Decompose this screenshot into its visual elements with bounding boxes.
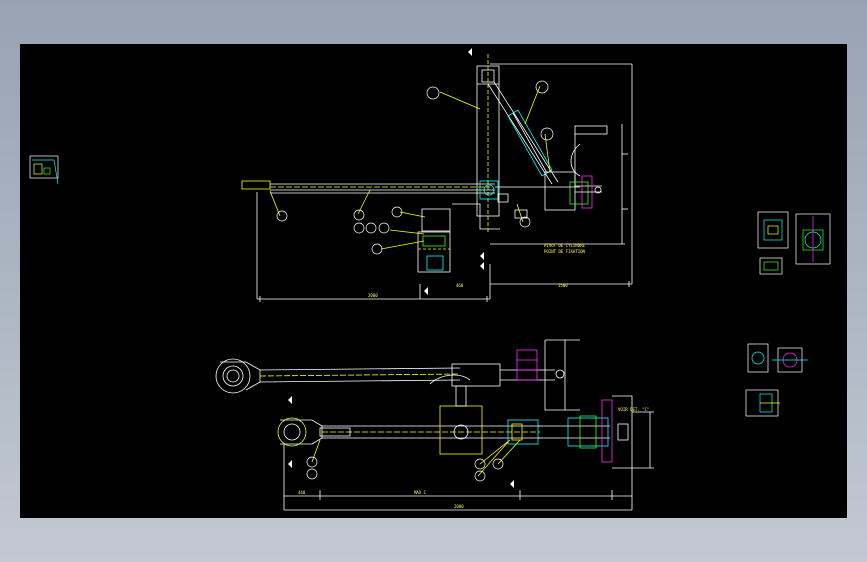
top-view-note: PIVOT DE CYLINDRE [544,243,586,248]
cad-drawing: PIVOT DE CYLINDRE POINT DE FIXATION 2000… [29,48,831,511]
dim-bottom-right: 1500 [558,283,568,288]
dim-bottom-left: 2000 [368,293,378,298]
bottom-dim-a: 440 [298,490,306,495]
cad-drawing-window[interactable]: PIVOT DE CYLINDRE POINT DE FIXATION 2000… [20,44,847,518]
bottom-view-note: VOIR DET. "C" [618,407,649,412]
details-right [745,211,831,417]
bottom-dim-b: MAX C [414,490,427,495]
top-view [241,48,633,302]
dim-bottom-mid: 460 [456,283,464,288]
detail-small-left [29,155,59,185]
bottom-view [215,339,654,511]
bottom-dim-total: 2000 [454,504,464,509]
top-view-note-sub: POINT DE FIXATION [544,249,586,254]
